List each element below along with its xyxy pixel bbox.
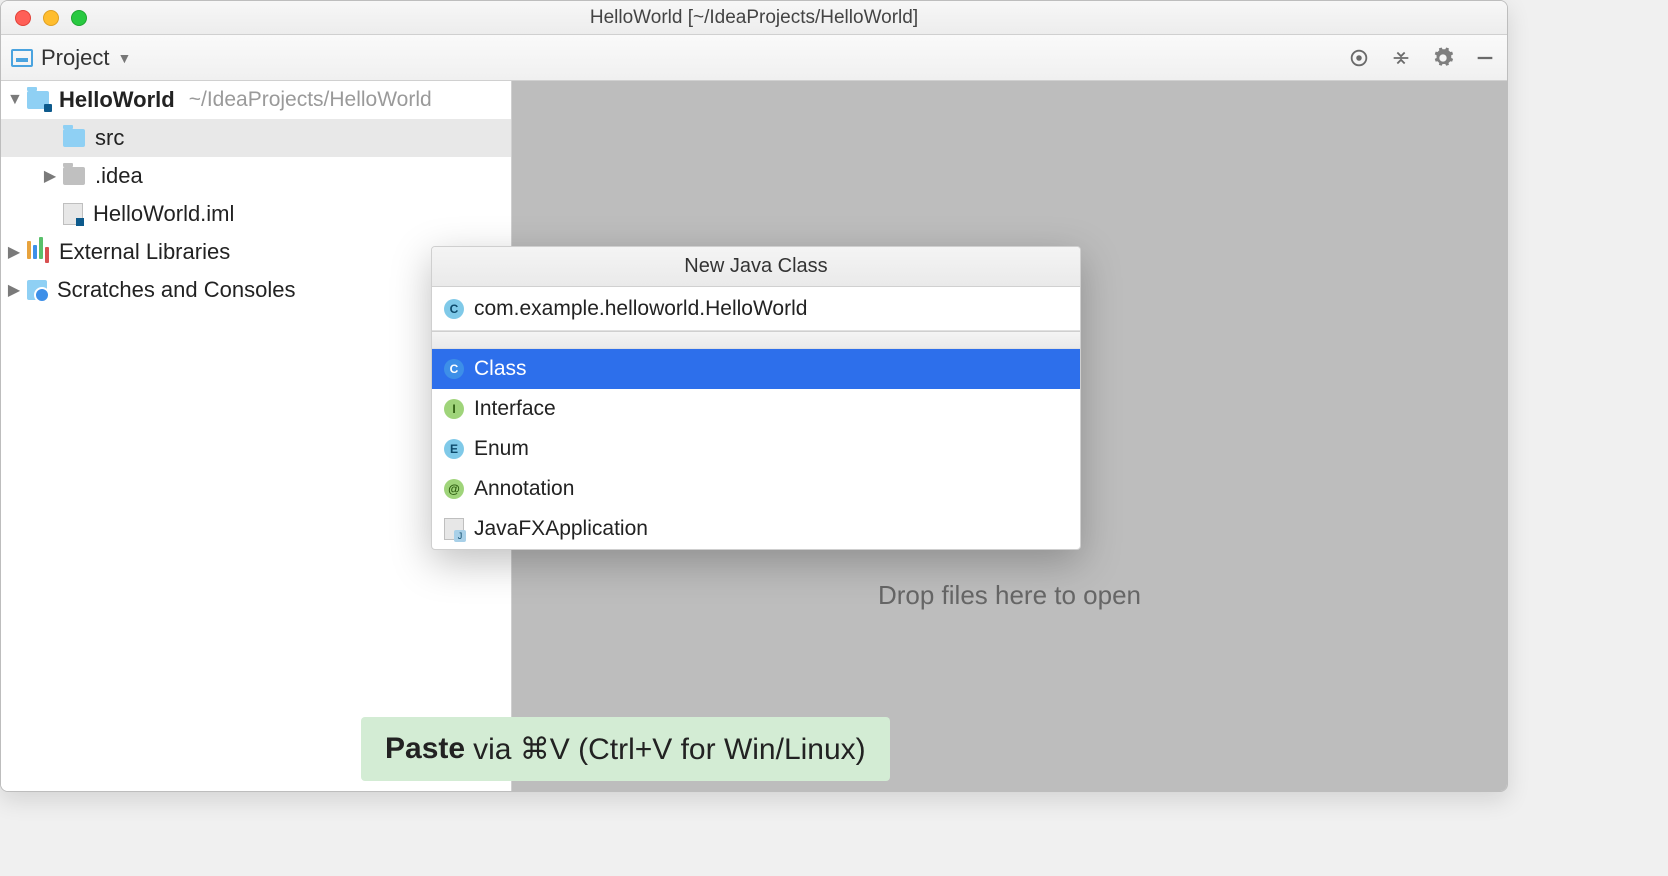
option-interface[interactable]: I Interface — [432, 389, 1080, 429]
project-view-selector[interactable]: Project ▼ — [11, 45, 131, 71]
chevron-down-icon[interactable]: ▼ — [7, 91, 21, 109]
class-type-list: C Class I Interface E Enum @ Annotation … — [432, 349, 1080, 549]
tree-item-idea[interactable]: ▶ .idea — [1, 157, 511, 195]
popup-separator — [432, 331, 1080, 349]
hint-text: via ⌘V (Ctrl+V for Win/Linux) — [473, 732, 866, 767]
collapse-icon[interactable] — [1389, 46, 1413, 70]
option-label: JavaFXApplication — [474, 517, 648, 541]
option-annotation[interactable]: @ Annotation — [432, 469, 1080, 509]
option-label: Annotation — [474, 477, 574, 501]
interface-icon: I — [444, 399, 464, 419]
scratches-icon — [27, 280, 47, 300]
tree-item-project[interactable]: ▼ HelloWorld ~/IdeaProjects/HelloWorld — [1, 81, 511, 119]
tree-label: Scratches and Consoles — [57, 277, 295, 303]
class-name-row: C — [432, 287, 1080, 331]
src-folder-icon — [63, 129, 85, 147]
option-label: Interface — [474, 397, 556, 421]
javafx-icon — [444, 518, 464, 540]
locate-icon[interactable] — [1347, 46, 1371, 70]
tree-label: src — [95, 125, 124, 151]
tree-item-src[interactable]: ▶ src — [1, 119, 511, 157]
new-class-popup: New Java Class C C Class I Interface E E… — [431, 246, 1081, 550]
chevron-right-icon[interactable]: ▶ — [7, 280, 21, 300]
tree-label: .idea — [95, 163, 143, 189]
class-name-input[interactable] — [474, 297, 1068, 321]
project-path: ~/IdeaProjects/HelloWorld — [189, 88, 432, 112]
popup-title: New Java Class — [432, 247, 1080, 287]
option-javafx[interactable]: JavaFXApplication — [432, 509, 1080, 549]
window-controls — [15, 10, 87, 26]
hide-icon[interactable] — [1473, 46, 1497, 70]
titlebar: HelloWorld [~/IdeaProjects/HelloWorld] — [1, 1, 1507, 35]
project-view-icon — [11, 49, 33, 67]
project-folder-icon — [27, 91, 49, 109]
drop-hint: Drop files here to open — [878, 580, 1141, 611]
ide-window: HelloWorld [~/IdeaProjects/HelloWorld] P… — [0, 0, 1508, 792]
minimize-button[interactable] — [43, 10, 59, 26]
window-title: HelloWorld [~/IdeaProjects/HelloWorld] — [1, 7, 1507, 29]
maximize-button[interactable] — [71, 10, 87, 26]
class-icon: C — [444, 359, 464, 379]
option-enum[interactable]: E Enum — [432, 429, 1080, 469]
file-icon — [63, 203, 83, 225]
tree-label: External Libraries — [59, 239, 230, 265]
class-icon: C — [444, 299, 464, 319]
enum-icon: E — [444, 439, 464, 459]
option-label: Enum — [474, 437, 529, 461]
chevron-right-icon[interactable]: ▶ — [43, 166, 57, 186]
tree-item-iml[interactable]: ▶ HelloWorld.iml — [1, 195, 511, 233]
option-label: Class — [474, 357, 527, 381]
libraries-icon — [27, 241, 49, 263]
project-name: HelloWorld — [59, 87, 175, 113]
chevron-down-icon: ▼ — [117, 50, 131, 66]
project-view-label: Project — [41, 45, 109, 71]
option-class[interactable]: C Class — [432, 349, 1080, 389]
folder-icon — [63, 167, 85, 185]
annotation-icon: @ — [444, 479, 464, 499]
hint-action: Paste — [385, 732, 465, 766]
gear-icon[interactable] — [1431, 46, 1455, 70]
project-toolbar: Project ▼ — [1, 35, 1507, 81]
tree-label: HelloWorld.iml — [93, 201, 234, 227]
chevron-right-icon[interactable]: ▶ — [7, 242, 21, 262]
close-button[interactable] — [15, 10, 31, 26]
shortcut-hint: Paste via ⌘V (Ctrl+V for Win/Linux) — [361, 717, 890, 781]
